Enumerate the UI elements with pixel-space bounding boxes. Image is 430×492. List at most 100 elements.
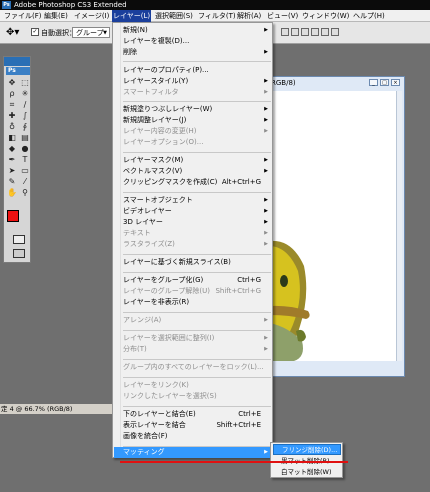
auto-select-checkbox[interactable]: ✓ <box>31 28 39 36</box>
menu-item-layer-style[interactable]: レイヤースタイル(Y) ▶ <box>123 76 271 87</box>
menu-separator <box>123 272 271 273</box>
notes-tool-icon[interactable]: ✎ <box>6 177 18 187</box>
menu-view[interactable]: ビュー(V) <box>266 10 299 22</box>
dodge-tool-icon[interactable]: ● <box>19 144 31 154</box>
menu-layer[interactable]: レイヤー(L) <box>112 10 152 22</box>
menu-separator <box>123 101 271 102</box>
menu-item-group-layers[interactable]: レイヤーをグループ化(G) Ctrl+G <box>123 275 271 286</box>
menu-item-flatten-image[interactable]: 画像を統合(F) <box>123 431 271 442</box>
auto-select-value: グループ <box>76 29 104 37</box>
auto-select-dropdown[interactable]: グループ ▼ <box>72 27 110 38</box>
align-left-icon[interactable] <box>311 28 319 36</box>
menu-item-3d-layers[interactable]: 3D レイヤー ▶ <box>123 217 271 228</box>
menu-item-arrange[interactable]: アレンジ(A) ▶ <box>123 315 271 326</box>
menu-item-label: 画像を統合(F) <box>123 432 168 440</box>
move-tool-preset-icon[interactable]: ✥▾ <box>6 27 19 38</box>
quick-mask-icon[interactable] <box>13 235 25 244</box>
document-scrollbar[interactable] <box>396 91 402 361</box>
pen-tool-icon[interactable]: ✒ <box>6 155 18 165</box>
menu-item-label: 新規(N) <box>123 26 148 34</box>
menu-item-create-clipping-mask[interactable]: クリッピングマスクを作成(C) Alt+Ctrl+G <box>123 177 271 188</box>
gradient-tool-icon[interactable]: ▤ <box>19 133 31 143</box>
menu-item-align-to-selection[interactable]: レイヤーを選択範囲に整列(I) ▶ <box>123 333 271 344</box>
align-bottom-icon[interactable] <box>301 28 309 36</box>
crop-tool-icon[interactable]: ⌗ <box>6 100 18 110</box>
menu-filter[interactable]: フィルタ(T) <box>197 10 237 22</box>
move-tool-icon[interactable]: ✥ <box>6 78 18 88</box>
eraser-tool-icon[interactable]: ◧ <box>6 133 18 143</box>
menu-help[interactable]: ヘルプ(H) <box>352 10 386 22</box>
path-selection-tool-icon[interactable]: ➤ <box>6 166 18 176</box>
menu-item-lock-all-layers-in-group[interactable]: グループ内のすべてのレイヤーをロック(L)... <box>123 362 271 373</box>
menu-item-matting[interactable]: マッティング ▶ <box>114 447 271 458</box>
close-icon[interactable]: × <box>391 79 400 86</box>
menu-item-vector-mask[interactable]: ベクトルマスク(V) ▶ <box>123 166 271 177</box>
menu-item-video-layers[interactable]: ビデオレイヤー ▶ <box>123 206 271 217</box>
marquee-tool-icon[interactable]: ⬚ <box>19 78 31 88</box>
blur-tool-icon[interactable]: ◆ <box>6 144 18 154</box>
menu-item-label: ビデオレイヤー <box>123 207 172 215</box>
document-canvas[interactable] <box>270 91 397 361</box>
menu-item-smart-filter[interactable]: スマートフィルタ ▶ <box>123 87 271 98</box>
menu-item-new-layer-based-slice[interactable]: レイヤーに基づく新規スライス(B) <box>123 257 271 268</box>
menu-item-hide-layers[interactable]: レイヤーを非表示(R) <box>123 297 271 308</box>
menu-item-duplicate-layer[interactable]: レイヤーを複製(D)... <box>123 36 271 47</box>
lasso-tool-icon[interactable]: ρ <box>6 89 18 99</box>
clone-stamp-tool-icon[interactable]: ♁ <box>6 122 18 132</box>
align-middle-icon[interactable] <box>291 28 299 36</box>
menu-item-type[interactable]: テキスト ▶ <box>123 228 271 239</box>
menu-item-ungroup-layers[interactable]: レイヤーのグループ解除(U) Shift+Ctrl+G <box>123 286 271 297</box>
menu-item-merge-visible[interactable]: 表示レイヤーを結合 Shift+Ctrl+E <box>123 420 271 431</box>
zoom-tool-icon[interactable]: ⚲ <box>19 188 31 198</box>
menu-item-shortcut: Ctrl+G <box>237 276 261 284</box>
menu-select[interactable]: 選択範囲(S) <box>154 10 194 22</box>
menu-item-distribute[interactable]: 分布(T) ▶ <box>123 344 271 355</box>
menu-item-new[interactable]: 新規(N) ▶ <box>123 25 271 36</box>
menu-item-label: 新規塗りつぶしレイヤー(W) <box>123 105 213 113</box>
menu-analysis[interactable]: 解析(A) <box>236 10 262 22</box>
menu-item-new-fill-layer[interactable]: 新規塗りつぶしレイヤー(W) ▶ <box>123 104 271 115</box>
tool-grid: ✥ ⬚ ρ ✳ ⌗ ∕ ✚ ∫ ♁ ∮ ◧ ▤ ◆ ● ✒ T ➤ ▭ ✎ ⁄ … <box>4 76 30 200</box>
menu-item-select-linked-layers[interactable]: リンクしたレイヤーを選択(S) <box>123 391 271 402</box>
menu-item-layer-mask[interactable]: レイヤーマスク(M) ▶ <box>123 155 271 166</box>
menu-image[interactable]: イメージ(I) <box>73 10 110 22</box>
tools-panel-header[interactable] <box>4 57 30 66</box>
menu-item-change-layer-content[interactable]: レイヤー内容の変更(H) ▶ <box>123 126 271 137</box>
submenu-item-remove-white-matte[interactable]: 白マット削除(W) <box>273 467 341 478</box>
menu-item-merge-down[interactable]: 下のレイヤーと結合(E) Ctrl+E <box>123 409 271 420</box>
shape-tool-icon[interactable]: ▭ <box>19 166 31 176</box>
window-controls: _ □ × <box>369 79 400 86</box>
menu-item-label: レイヤーのプロパティ(P)... <box>123 66 209 74</box>
menu-item-delete[interactable]: 削除 ▶ <box>123 47 271 58</box>
menu-file[interactable]: ファイル(F) <box>3 10 43 22</box>
menu-item-rasterize[interactable]: ラスタライズ(Z) ▶ <box>123 239 271 250</box>
align-top-icon[interactable] <box>281 28 289 36</box>
menu-item-new-adjustment-layer[interactable]: 新規調整レイヤー(J) ▶ <box>123 115 271 126</box>
healing-brush-tool-icon[interactable]: ✚ <box>6 111 18 121</box>
menu-item-smart-objects[interactable]: スマートオブジェクト ▶ <box>123 195 271 206</box>
menu-separator <box>123 152 271 153</box>
menu-separator <box>123 312 271 313</box>
maximize-icon[interactable]: □ <box>380 79 389 86</box>
slice-tool-icon[interactable]: ∕ <box>19 100 31 110</box>
window-title: Adobe Photoshop CS3 Extended <box>14 1 127 9</box>
submenu-item-defringe[interactable]: フリンジ削除(D)... <box>273 444 341 455</box>
magic-wand-tool-icon[interactable]: ✳ <box>19 89 31 99</box>
menu-window[interactable]: ウィンドウ(W) <box>301 10 350 22</box>
menu-separator <box>123 406 271 407</box>
hand-tool-icon[interactable]: ✋ <box>6 188 18 198</box>
menu-edit[interactable]: 編集(E) <box>43 10 69 22</box>
align-center-icon[interactable] <box>321 28 329 36</box>
menu-item-layer-properties[interactable]: レイヤーのプロパティ(P)... <box>123 65 271 76</box>
foreground-color-swatch[interactable] <box>7 210 19 222</box>
brush-tool-icon[interactable]: ∫ <box>19 111 31 121</box>
screen-mode-icon[interactable] <box>13 249 25 258</box>
minimize-icon[interactable]: _ <box>369 79 378 86</box>
menu-item-layer-options[interactable]: レイヤーオプション(O)... <box>123 137 271 148</box>
menu-item-link-layers[interactable]: レイヤーをリンク(K) <box>123 380 271 391</box>
align-right-icon[interactable] <box>331 28 339 36</box>
eyedropper-tool-icon[interactable]: ⁄ <box>19 177 31 187</box>
photoshop-app-icon: Ps <box>2 1 11 9</box>
type-tool-icon[interactable]: T <box>19 155 31 165</box>
history-brush-tool-icon[interactable]: ∮ <box>19 122 31 132</box>
